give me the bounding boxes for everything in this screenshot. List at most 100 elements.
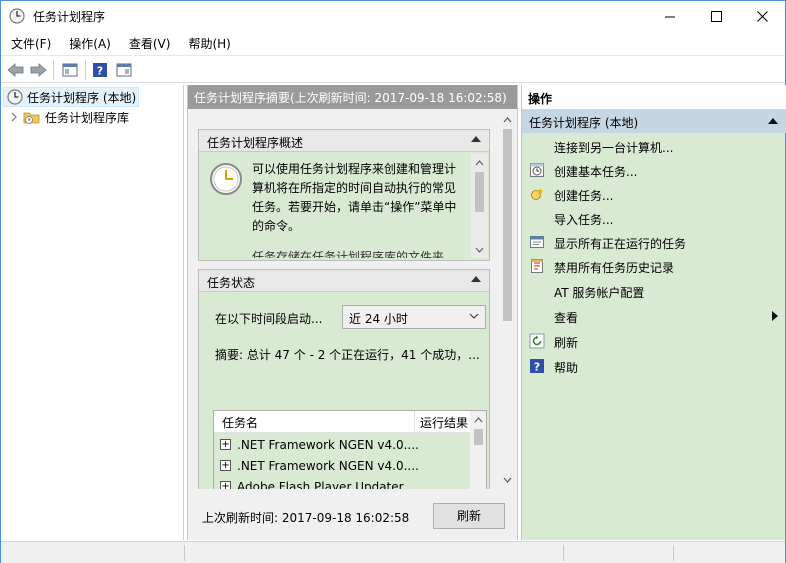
status-summary: 摘要: 总计 47 个 - 2 个正在运行，41 个成功，... bbox=[215, 348, 480, 362]
collapse-up-icon[interactable] bbox=[768, 118, 778, 124]
column-run-result[interactable]: 运行结果 bbox=[420, 414, 468, 431]
back-button[interactable] bbox=[5, 59, 27, 81]
refresh-button[interactable]: 刷新 bbox=[433, 503, 505, 529]
action-import-task[interactable]: 导入任务... bbox=[522, 206, 786, 230]
time-period-value: 近 24 小时 bbox=[349, 312, 408, 326]
task-name: .NET Framework NGEN v4.0.... bbox=[237, 437, 419, 452]
maximize-button[interactable] bbox=[693, 1, 739, 31]
chevron-down-icon bbox=[469, 313, 479, 319]
status-separator bbox=[563, 545, 564, 561]
action-label: AT 服务帐户配置 bbox=[554, 286, 645, 300]
menu-file[interactable]: 文件(F) bbox=[1, 32, 59, 54]
actions-group-header[interactable]: 任务计划程序 (本地) bbox=[522, 109, 786, 133]
task-list-scroll-thumb[interactable] bbox=[474, 429, 483, 445]
scroll-up-icon[interactable] bbox=[471, 154, 488, 171]
help-toolbar-button[interactable]: ? bbox=[89, 59, 111, 81]
toolbar: ? bbox=[1, 55, 785, 83]
menu-action[interactable]: 操作(A) bbox=[59, 32, 119, 54]
status-separator bbox=[184, 545, 185, 561]
menu-help[interactable]: 帮助(H) bbox=[178, 32, 238, 54]
summary-header: 任务计划程序摘要(上次刷新时间: 2017-09-18 16:02:58) bbox=[188, 85, 517, 109]
actions-group-title: 任务计划程序 (本地) bbox=[529, 116, 639, 130]
minimize-button[interactable] bbox=[647, 1, 693, 31]
tree-item-task-scheduler-local[interactable]: 任务计划程序 (本地) bbox=[3, 87, 139, 107]
action-connect-another-computer[interactable]: 连接到另一台计算机... bbox=[522, 134, 786, 158]
task-name: .NET Framework NGEN v4.0.... bbox=[237, 458, 419, 473]
svg-text:?: ? bbox=[534, 361, 540, 374]
actions-title: 操作 bbox=[522, 85, 786, 109]
close-button[interactable] bbox=[739, 1, 785, 31]
action-pane-button[interactable] bbox=[113, 59, 135, 81]
tree-item-label: 任务计划程序库 bbox=[45, 110, 130, 125]
overview-scrollbar[interactable] bbox=[471, 154, 488, 258]
action-label: 禁用所有任务历史记录 bbox=[554, 261, 675, 275]
folder-clock-icon bbox=[23, 112, 40, 124]
action-disable-task-history[interactable]: 禁用所有任务历史记录 bbox=[522, 254, 786, 278]
summary-pane: 任务计划程序摘要(上次刷新时间: 2017-09-18 16:02:58) 任务… bbox=[187, 85, 518, 540]
summary-scrollbar[interactable] bbox=[499, 109, 516, 489]
overview-scroll-thumb[interactable] bbox=[475, 172, 484, 212]
task-status-section-header[interactable]: 任务状态 bbox=[199, 270, 489, 292]
task-history-icon bbox=[531, 259, 543, 273]
last-refresh-text: 上次刷新时间: 2017-09-18 16:02:58 bbox=[202, 511, 410, 525]
column-separator[interactable] bbox=[414, 411, 415, 433]
tree-item-label: 任务计划程序 (本地) bbox=[27, 90, 137, 105]
show-hide-console-tree-icon bbox=[62, 63, 78, 77]
menu-bar: 文件(F) 操作(A) 查看(V) 帮助(H) bbox=[1, 32, 785, 54]
time-period-select[interactable]: 近 24 小时 bbox=[342, 305, 486, 329]
action-at-service-account[interactable]: AT 服务帐户配置 bbox=[522, 279, 786, 303]
expand-plus-icon[interactable]: + bbox=[220, 460, 231, 471]
toolbar-separator bbox=[53, 60, 54, 80]
tree-item-task-scheduler-library[interactable]: 任务计划程序库 bbox=[9, 107, 179, 127]
task-list[interactable]: 任务名 运行结果 + .NET Framework NGEN v4.0.... … bbox=[213, 410, 487, 492]
menu-view[interactable]: 查看(V) bbox=[119, 32, 179, 54]
scroll-down-icon[interactable] bbox=[471, 241, 488, 258]
scroll-up-icon[interactable] bbox=[499, 111, 516, 128]
overview-section-header[interactable]: 任务计划程序概述 bbox=[199, 130, 489, 152]
time-period-label: 在以下时间段启动... bbox=[215, 312, 323, 326]
collapse-up-icon[interactable] bbox=[471, 136, 481, 142]
task-list-scrollbar[interactable] bbox=[470, 411, 486, 491]
summary-content: 任务计划程序概述 可以使用任务计划程序来创建和管理计算机将在所指定的时间自动执行… bbox=[188, 109, 517, 493]
create-basic-task-icon bbox=[530, 163, 544, 177]
task-scheduler-window: 任务计划程序 文件(F) 操作(A) 查看(V) 帮助(H) ? 任务计划程序 … bbox=[0, 0, 786, 563]
overview-text-continued: 任务存储在任务计划程序库的文件夹 bbox=[252, 250, 445, 258]
status-separator bbox=[673, 545, 674, 561]
action-label: 查看 bbox=[554, 311, 579, 325]
clock-icon bbox=[210, 163, 242, 195]
action-label: 帮助 bbox=[554, 361, 579, 375]
back-arrow-icon bbox=[7, 63, 24, 77]
toolbar-separator bbox=[85, 60, 86, 80]
clock-icon bbox=[9, 8, 25, 24]
action-create-task[interactable]: 创建任务... bbox=[522, 182, 786, 206]
overview-section-title: 任务计划程序概述 bbox=[207, 136, 304, 150]
action-label: 刷新 bbox=[554, 336, 579, 350]
scroll-down-icon[interactable] bbox=[499, 471, 516, 488]
task-status-section: 任务状态 在以下时间段启动... 近 24 小时 摘要: 总计 47 个 - 2… bbox=[198, 269, 490, 493]
action-label: 创建任务... bbox=[554, 189, 614, 203]
window-title: 任务计划程序 bbox=[33, 10, 106, 24]
action-refresh[interactable]: 刷新 bbox=[522, 329, 786, 353]
chevron-right-icon[interactable] bbox=[9, 112, 19, 122]
action-view[interactable]: 查看 bbox=[522, 304, 786, 328]
close-icon bbox=[756, 10, 768, 22]
refresh-icon bbox=[529, 333, 545, 349]
scroll-up-icon[interactable] bbox=[470, 411, 486, 428]
console-tree-button[interactable] bbox=[59, 59, 81, 81]
column-task-name[interactable]: 任务名 bbox=[222, 414, 258, 431]
forward-button[interactable] bbox=[27, 59, 49, 81]
action-display-running-tasks[interactable]: 显示所有正在运行的任务 bbox=[522, 230, 786, 254]
action-label: 导入任务... bbox=[554, 213, 614, 227]
console-tree: 任务计划程序 (本地) 任务计划程序库 bbox=[1, 85, 184, 540]
show-hide-action-pane-icon bbox=[116, 63, 132, 77]
summary-scroll-thumb[interactable] bbox=[503, 129, 512, 321]
summary-footer: 上次刷新时间: 2017-09-18 16:02:58 刷新 bbox=[188, 489, 517, 540]
table-row[interactable]: + .NET Framework NGEN v4.0.... bbox=[214, 455, 470, 476]
collapse-up-icon[interactable] bbox=[471, 276, 481, 282]
expand-plus-icon[interactable]: + bbox=[220, 439, 231, 450]
action-help[interactable]: ? 帮助 bbox=[522, 354, 786, 378]
action-label: 显示所有正在运行的任务 bbox=[554, 237, 687, 251]
table-row[interactable]: + .NET Framework NGEN v4.0.... bbox=[214, 434, 470, 455]
forward-arrow-icon bbox=[30, 63, 47, 77]
action-create-basic-task[interactable]: 创建基本任务... bbox=[522, 158, 786, 182]
